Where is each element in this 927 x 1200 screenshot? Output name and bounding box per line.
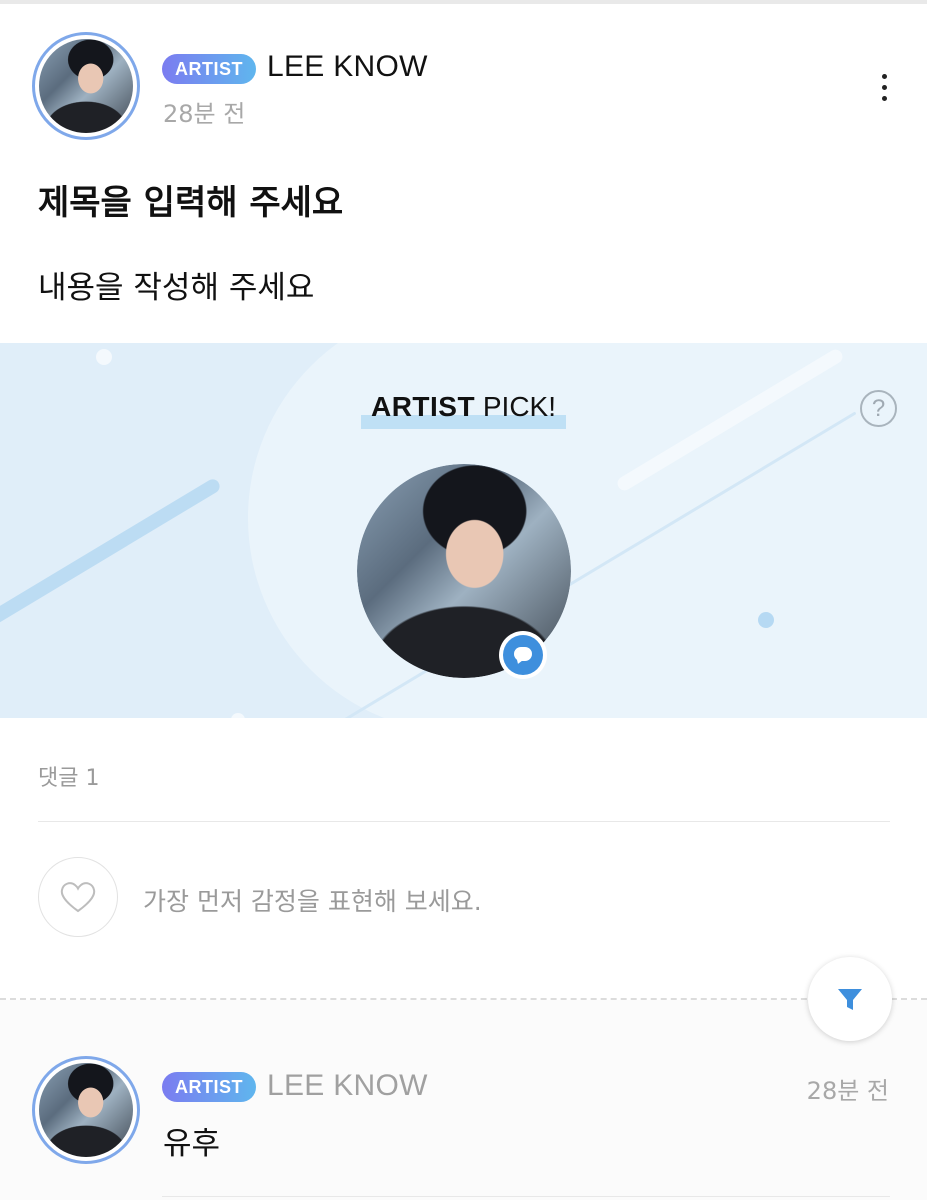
comment-text: 유후 (163, 1126, 221, 1162)
heart-icon[interactable] (38, 857, 118, 937)
artist-badge: ARTIST (162, 1072, 256, 1102)
question-icon[interactable]: ? (860, 390, 897, 427)
reaction-prompt[interactable]: 가장 먼저 감정을 표현해 보세요. (143, 882, 482, 918)
post-title: 제목을 입력해 주세요 (38, 183, 344, 223)
comment-timestamp: 28분 전 (806, 1077, 889, 1105)
dashed-divider (0, 998, 927, 1000)
top-divider (0, 0, 927, 4)
banner-stripe (0, 476, 223, 644)
filter-icon[interactable] (808, 957, 892, 1041)
more-options-icon[interactable] (877, 74, 891, 104)
comment-author[interactable]: LEE KNOW (267, 1069, 428, 1103)
artist-pick-banner: ARTIST PICK! ? (0, 343, 927, 718)
comment-count: 댓글 1 (38, 766, 100, 791)
banner-dot (96, 349, 112, 365)
artist-badge: ARTIST (162, 54, 256, 84)
divider (162, 1196, 890, 1197)
divider (38, 821, 890, 822)
post-body: 내용을 작성해 주세요 (38, 270, 315, 306)
author-name[interactable]: LEE KNOW (267, 50, 428, 84)
post-header: ARTIST LEE KNOW 28분 전 (0, 30, 927, 140)
artist-pick-title: ARTIST PICK! (0, 391, 927, 429)
comment-avatar[interactable] (32, 1056, 140, 1164)
avatar-photo (39, 39, 133, 133)
banner-dot (231, 713, 245, 718)
author-avatar[interactable] (32, 32, 140, 140)
post-timestamp: 28분 전 (163, 100, 246, 128)
chat-bubble-icon[interactable] (499, 631, 547, 679)
banner-dot (758, 612, 774, 628)
avatar-photo (39, 1063, 133, 1157)
